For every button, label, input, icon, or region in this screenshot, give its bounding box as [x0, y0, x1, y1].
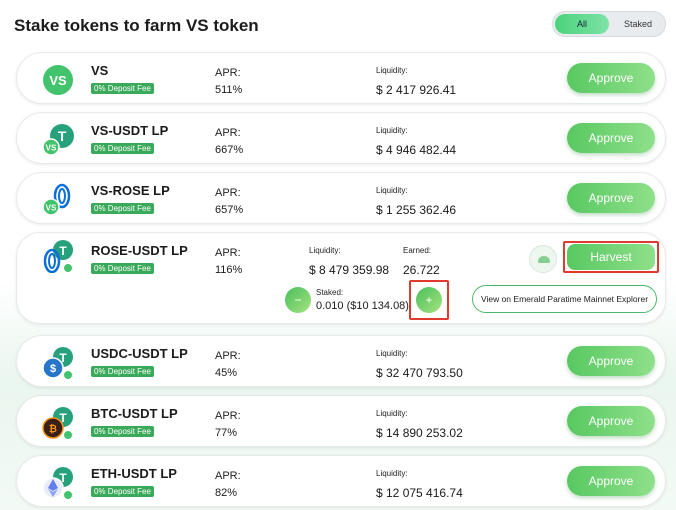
pool-name: BTC-USDT LP — [91, 406, 178, 421]
pool-name: ROSE-USDT LP — [91, 243, 188, 258]
liquidity-value: $ 32 470 793.50 — [376, 366, 463, 380]
liquidity-value: $ 14 890 253.02 — [376, 426, 463, 440]
approve-button[interactable]: Approve — [567, 123, 655, 153]
liquidity-value: $ 8 479 359.98 — [309, 263, 390, 277]
apr-label: APR: — [215, 350, 241, 362]
liquidity-label: Liquidity: — [376, 126, 408, 135]
btc-usdt-lp-icon: T ₿ — [42, 407, 73, 440]
harvest-button[interactable]: Harvest — [567, 244, 655, 270]
liquidity-label: Liquidity: — [376, 66, 408, 75]
liquidity-label: Liquidity: — [376, 409, 408, 418]
approve-button[interactable]: Approve — [567, 183, 655, 213]
unstake-button[interactable]: − — [285, 287, 311, 313]
deposit-fee-badge: 0% Deposit Fee — [91, 486, 154, 497]
filter-staked-button[interactable]: Staked — [611, 14, 665, 34]
vs-rose-lp-icon: VS — [42, 183, 71, 216]
apr-value: 77% — [215, 427, 238, 439]
page-header: Stake tokens to farm VS token All Staked — [14, 0, 666, 50]
svg-text:T: T — [58, 128, 67, 144]
apr-label: APR: — [215, 67, 241, 79]
liquidity-value: $ 12 075 416.74 — [376, 486, 463, 500]
pool-name: VS-USDT LP — [91, 123, 169, 138]
stake-button[interactable]: + — [416, 287, 442, 313]
apr-value: 657% — [215, 204, 244, 216]
apr-label: APR: — [215, 247, 241, 259]
pool-name: ETH-USDT LP — [91, 466, 177, 481]
apr-label: APR: — [215, 187, 241, 199]
apr-value: 511% — [215, 84, 243, 96]
liquidity-label: Liquidity: — [309, 246, 341, 255]
vs-usdt-lp-icon: T VS — [42, 124, 74, 156]
add-token-icon[interactable] — [529, 245, 557, 273]
usdc-usdt-lp-icon: T $ — [42, 347, 73, 380]
pool-row-rose-usdt: T ROSE-USDT LP 0% Deposit Fee APR: 116% … — [16, 232, 666, 324]
eth-usdt-lp-icon: T — [42, 467, 73, 500]
approve-button[interactable]: Approve — [567, 466, 655, 496]
earned-value: 26.722 — [403, 263, 440, 277]
deposit-fee-badge: 0% Deposit Fee — [91, 203, 154, 214]
deposit-fee-badge: 0% Deposit Fee — [91, 143, 154, 154]
apr-label: APR: — [215, 470, 241, 482]
pool-row-vs: VS VS 0% Deposit Fee APR: 511% Liquidity… — [16, 52, 666, 104]
apr-value: 667% — [215, 144, 244, 156]
svg-text:VS: VS — [46, 204, 57, 213]
liquidity-label: Liquidity: — [376, 469, 408, 478]
pool-row-vs-usdt: T VS VS-USDT LP 0% Deposit Fee APR: 667%… — [16, 112, 666, 164]
approve-button[interactable]: Approve — [567, 406, 655, 436]
earned-label: Earned: — [403, 246, 432, 255]
apr-label: APR: — [215, 127, 241, 139]
filter-all-button[interactable]: All — [555, 14, 609, 34]
svg-text:VS: VS — [46, 144, 57, 153]
deposit-fee-badge: 0% Deposit Fee — [91, 426, 154, 437]
approve-button[interactable]: Approve — [567, 63, 655, 93]
deposit-fee-badge: 0% Deposit Fee — [91, 83, 154, 94]
apr-value: 116% — [215, 264, 243, 276]
pool-row-btc-usdt: T ₿ BTC-USDT LP 0% Deposit Fee APR: 77% … — [16, 395, 666, 447]
deposit-fee-badge: 0% Deposit Fee — [91, 366, 154, 377]
apr-value: 82% — [215, 487, 238, 499]
liquidity-value: $ 1 255 362.46 — [376, 203, 457, 217]
pool-name: USDC-USDT LP — [91, 346, 188, 361]
filter-toggle[interactable]: All Staked — [552, 11, 666, 37]
deposit-fee-badge: 0% Deposit Fee — [91, 263, 154, 274]
staked-label: Staked: — [316, 288, 344, 297]
liquidity-label: Liquidity: — [376, 186, 408, 195]
vs-token-icon: VS — [43, 65, 73, 95]
apr-label: APR: — [215, 410, 241, 422]
pool-row-eth-usdt: T ETH-USDT LP 0% Deposit Fee APR: 82% Li… — [16, 455, 666, 507]
page-title: Stake tokens to farm VS token — [14, 16, 259, 35]
pool-row-vs-rose: VS VS-ROSE LP 0% Deposit Fee APR: 657% L… — [16, 172, 666, 224]
liquidity-value: $ 2 417 926.41 — [376, 83, 457, 97]
apr-value: 45% — [215, 367, 238, 379]
svg-text:T: T — [59, 244, 67, 258]
svg-text:₿: ₿ — [49, 423, 57, 435]
pool-name: VS-ROSE LP — [91, 183, 170, 198]
approve-button[interactable]: Approve — [567, 346, 655, 376]
liquidity-label: Liquidity: — [376, 349, 408, 358]
pool-row-usdc-usdt: T $ USDC-USDT LP 0% Deposit Fee APR: 45%… — [16, 335, 666, 387]
staked-value: 0.010 ($10 134.08) — [316, 300, 409, 312]
pool-name: VS — [91, 63, 109, 78]
rose-usdt-lp-icon: T — [43, 240, 73, 273]
view-explorer-button[interactable]: View on Emerald Paratime Mainnet Explore… — [472, 285, 657, 313]
svg-text:VS: VS — [49, 73, 67, 88]
svg-text:$: $ — [50, 363, 56, 375]
liquidity-value: $ 4 946 482.44 — [376, 143, 457, 157]
